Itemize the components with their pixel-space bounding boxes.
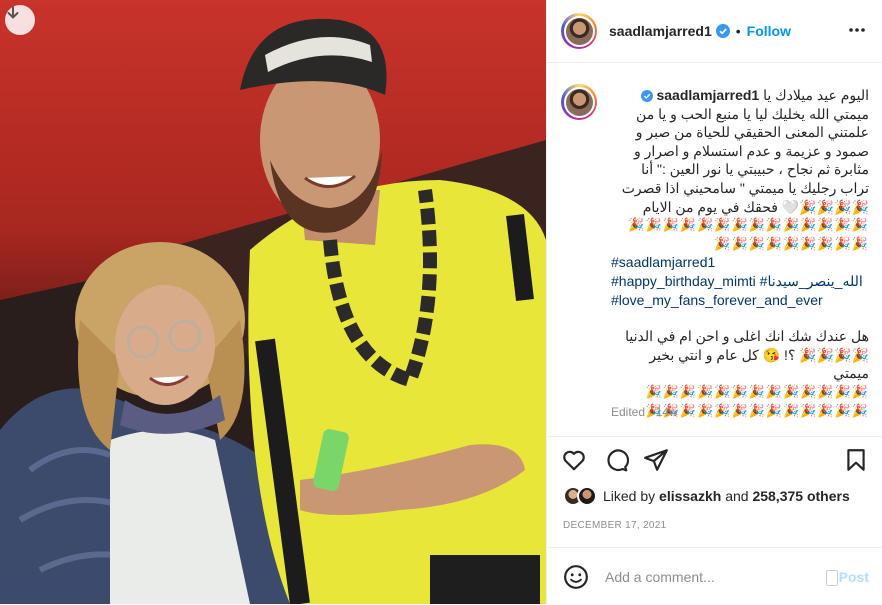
caption-line: مثابرة ثم نجاح ، حبيبتي يا نور العين :" … <box>641 161 869 178</box>
author-avatar[interactable] <box>561 13 597 49</box>
caption-arabic-text: اليوم عيد ميلادك يا <box>763 87 869 103</box>
edited-time[interactable]: 14w <box>656 405 678 419</box>
hashtag-link[interactable]: #happy_birthday_mimti <box>611 273 756 289</box>
caption-line: صمود و عزيمة و عدم استسلام و اصرار و <box>633 142 869 159</box>
save-bookmark-icon[interactable] <box>843 447 869 473</box>
action-bar <box>547 436 882 481</box>
caption-emoji-row: 🎉🎉🎉🎉🎉🎉🎉🎉🎉🎉🎉🎉🎉🎉 <box>628 217 869 233</box>
comment-bar: Post <box>547 547 882 605</box>
caption-emoji-row: 🎉🎉🎉🎉🎉🎉🎉🎉🎉🎉🎉🎉🎉 <box>645 383 869 399</box>
avatar-image <box>563 86 595 118</box>
edited-separator: · <box>648 405 653 419</box>
photo-illustration <box>0 18 546 604</box>
follow-button[interactable]: Follow <box>747 23 791 39</box>
caption-gap <box>611 309 869 327</box>
verified-badge-icon <box>640 90 653 102</box>
likes-text: Liked by elissazkh and 258,375 others <box>603 488 850 504</box>
hashtag-link[interactable]: #saadlamjarred1 <box>611 253 869 272</box>
likes-joiner: and <box>725 488 749 504</box>
post-scroll-indicator <box>826 570 838 586</box>
caption-line: هل عندك شك انك اغلى و احن ام في الدنيا <box>625 328 869 345</box>
liker-username[interactable]: elissazkh <box>659 488 721 504</box>
separator-dot: • <box>735 23 741 39</box>
hashtag-link[interactable]: #love_my_fans_forever_and_ever <box>611 291 869 310</box>
post-photo[interactable] <box>0 0 546 604</box>
more-options-icon[interactable] <box>847 22 867 38</box>
like-heart-icon[interactable] <box>561 447 587 473</box>
liker-avatar[interactable] <box>577 486 597 506</box>
comment-icon[interactable] <box>603 447 629 473</box>
comment-input[interactable] <box>603 567 817 586</box>
caption-line: #happy_birthday_mimti #الله_ينصر_سيدنا <box>611 272 869 291</box>
verified-badge-icon <box>715 24 730 38</box>
likes-count[interactable]: 258,375 others <box>752 488 849 504</box>
post-date[interactable]: DECEMBER 17, 2021 <box>563 520 666 531</box>
edited-info: Edited · 14w <box>611 405 678 419</box>
download-button[interactable] <box>5 5 35 35</box>
caption-username[interactable]: saadlamjarred1 <box>656 87 759 103</box>
caption-line: 🎉🎉🎉🎉 ؟! 😘 كل عام و انتي بخير ميمتي <box>649 346 869 382</box>
caption-line: تراب رجليك يا ميمتي " سامحيني اذا قصرت <box>621 179 869 196</box>
likes-summary: Liked by elissazkh and 258,375 others <box>563 486 850 506</box>
caption-line: ميمتي الله يخليك ليا يا منبع الحب و يا م… <box>636 105 869 122</box>
avatar-image <box>563 15 595 47</box>
share-send-icon[interactable] <box>643 447 669 473</box>
emoji-smile-icon[interactable] <box>563 564 589 590</box>
download-icon <box>7 6 19 19</box>
instagram-post-modal: saadlamjarred1 • Follow اليوم عيد ميلادك… <box>0 0 882 604</box>
caption-author-avatar[interactable] <box>561 84 597 120</box>
caption-line: اليوم عيد ميلادك يا saadlamjarred1 <box>611 86 869 105</box>
caption-area: اليوم عيد ميلادك يا saadlamjarred1 ميمتي… <box>547 62 882 436</box>
caption-emoji-row: 🎉🎉🎉🎉🎉🎉🎉🎉🎉 <box>714 235 869 251</box>
post-header: saadlamjarred1 • Follow <box>547 0 882 63</box>
caption-line: 🎉🎉🎉🎉🤍 فحقك في يوم من الايام <box>642 198 869 215</box>
edited-label: Edited <box>611 405 646 419</box>
likes-prefix: Liked by <box>603 488 656 504</box>
caption-line: علمتني المعنى الحقيقي للحياة من صبر و <box>635 124 869 141</box>
author-username[interactable]: saadlamjarred1 <box>609 23 712 39</box>
caption-text: اليوم عيد ميلادك يا saadlamjarred1 ميمتي… <box>611 86 869 420</box>
hashtag-link[interactable]: #الله_ينصر_سيدنا <box>760 273 863 289</box>
post-comment-button[interactable]: Post <box>839 569 869 585</box>
post-side-panel: saadlamjarred1 • Follow اليوم عيد ميلادك… <box>546 0 882 604</box>
